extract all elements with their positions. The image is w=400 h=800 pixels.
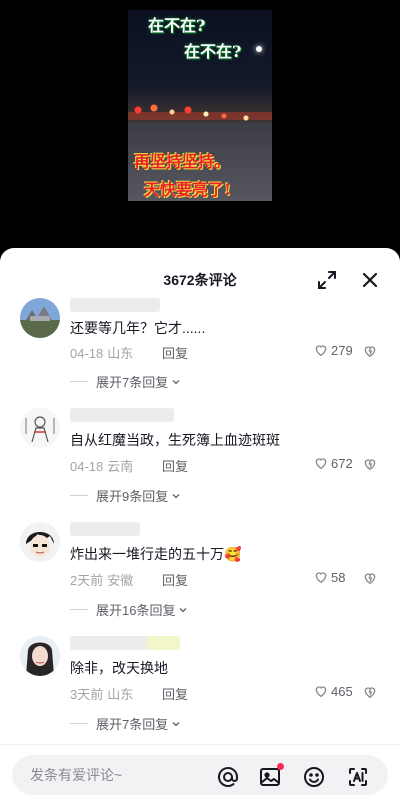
like-button[interactable]: 465: [313, 683, 353, 699]
video-caption: 再坚持坚持。: [134, 152, 231, 171]
ai-icon[interactable]: [346, 765, 370, 789]
like-button[interactable]: 672: [313, 455, 353, 471]
video-caption: 在不在?: [184, 42, 242, 61]
comment-input[interactable]: [12, 755, 388, 795]
heart-icon: [315, 458, 327, 470]
dislike-icon[interactable]: [362, 570, 378, 586]
heart-icon: [315, 572, 327, 584]
reply-button[interactable]: 回复: [162, 684, 188, 703]
comment-date: 04-18: [70, 459, 104, 474]
username-redacted[interactable]: [70, 298, 160, 312]
chevron-down-icon: [172, 721, 180, 726]
chevron-down-icon: [172, 493, 180, 498]
divider-line: [70, 723, 88, 724]
emoji-icon[interactable]: [302, 765, 326, 789]
comment-meta: 04-18 云南: [70, 456, 133, 475]
comment-meta: 2天前 安徽: [70, 570, 133, 589]
chevron-down-icon: [180, 607, 187, 612]
comment-count-title: 3672条评论: [163, 272, 237, 288]
comment-location: 云南: [107, 459, 134, 474]
comment-location: 山东: [107, 346, 134, 361]
comment-text: 炸出来一堆行走的五十万🥰: [70, 546, 242, 562]
video-caption: 天快要亮了!: [144, 180, 232, 199]
expand-replies-label: 展开7条回复: [96, 717, 169, 732]
divider-line: [70, 495, 88, 496]
expand-replies-button[interactable]: 展开7条回复: [70, 714, 182, 733]
chevron-down-icon: [172, 379, 180, 384]
expand-replies-label: 展开9条回复: [96, 489, 169, 504]
expand-replies-label: 展开7条回复: [96, 375, 169, 390]
comment-date: 04-18: [70, 346, 104, 361]
username-redacted[interactable]: [70, 522, 140, 536]
heart-icon: [315, 686, 327, 698]
divider-line: [70, 381, 88, 382]
avatar[interactable]: [20, 636, 60, 676]
video-area[interactable]: 在不在? 在不在? 再坚持坚持。 天快要亮了!: [0, 0, 400, 250]
like-count: 58: [331, 569, 346, 585]
like-count: 465: [331, 683, 353, 699]
like-button[interactable]: 279: [313, 342, 353, 358]
expand-replies-button[interactable]: 展开16条回复: [70, 600, 189, 619]
comment-location: 安徽: [107, 573, 134, 588]
reply-button[interactable]: 回复: [162, 343, 188, 362]
dislike-icon[interactable]: [362, 456, 378, 472]
comment-date: 2天前: [70, 573, 104, 588]
like-button[interactable]: 58: [313, 569, 345, 585]
video-caption: 在不在?: [148, 16, 206, 35]
avatar[interactable]: [20, 408, 60, 448]
dislike-icon[interactable]: [362, 684, 378, 700]
divider-line: [70, 609, 88, 610]
comment-date: 3天前: [70, 687, 104, 702]
image-icon[interactable]: [258, 763, 284, 789]
comment-location: 山东: [107, 687, 134, 702]
username-redacted[interactable]: [70, 636, 180, 650]
comment-text: 自从红魔当政，生死簿上血迹斑斑: [70, 432, 280, 448]
comment-meta: 04-18 山东: [70, 343, 133, 362]
like-count: 279: [331, 342, 353, 358]
expand-replies-label: 展开16条回复: [96, 603, 176, 618]
comment-sheet: 3672条评论 还要等几年？它才...... 04-18 山东 回复 279 展…: [0, 248, 400, 800]
video-frame[interactable]: 在不在? 在不在? 再坚持坚持。 天快要亮了!: [128, 10, 272, 201]
moon: [256, 46, 262, 52]
reply-button[interactable]: 回复: [162, 570, 188, 589]
at-icon[interactable]: [216, 765, 240, 789]
dislike-icon[interactable]: [362, 343, 378, 359]
avatar[interactable]: [20, 522, 60, 562]
username-redacted[interactable]: [70, 408, 174, 422]
reply-button[interactable]: 回复: [162, 456, 188, 475]
comment-text: 还要等几年？它才......: [70, 320, 206, 336]
like-count: 672: [331, 455, 353, 471]
comment-meta: 3天前 山东: [70, 684, 133, 703]
comment-input-bar: [0, 744, 400, 800]
expand-replies-button[interactable]: 展开9条回复: [70, 486, 182, 505]
notification-dot: [277, 763, 284, 770]
avatar[interactable]: [20, 298, 60, 338]
expand-icon[interactable]: [315, 268, 339, 292]
heart-icon: [315, 345, 327, 357]
expand-replies-button[interactable]: 展开7条回复: [70, 372, 182, 391]
comment-text: 除非，改天换地: [70, 660, 168, 676]
close-icon[interactable]: [358, 268, 382, 292]
